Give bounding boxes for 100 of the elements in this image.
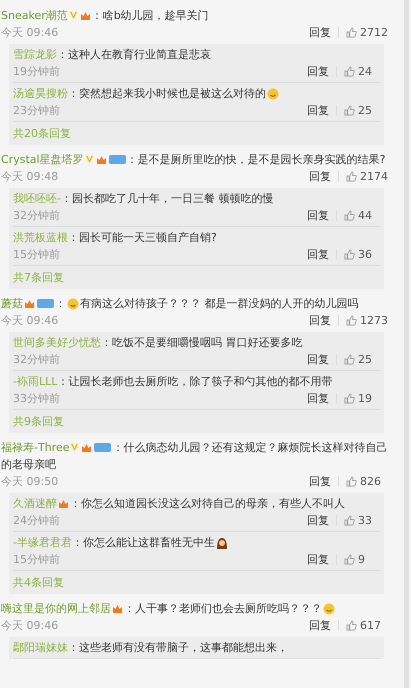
like-count: 19 [358,391,373,407]
reply-link[interactable]: 回复 [307,207,329,224]
thumbs-up-icon[interactable] [344,66,355,77]
user-name-link[interactable]: 世间多美好少忧愁 [13,336,101,349]
like-count: 1273 [360,313,389,329]
crown-icon [80,10,91,21]
reply-link[interactable]: 回复 [307,551,329,568]
reply-link[interactable]: 回复 [307,102,329,119]
thumbs-up-icon[interactable] [346,27,357,38]
reply-link[interactable]: 回复 [309,617,331,634]
comment-text: 久酒迷醉 ：你怎么知道园长没这么对待自己的母亲，有些人不叫人 [13,496,346,512]
more-replies-link[interactable]: 共20条回复 [13,122,380,145]
girl-icon [216,536,228,549]
reply-link[interactable]: 回复 [309,312,331,329]
smiley-icon [323,602,335,615]
user-name-link[interactable]: 鄢阳瑞妹妹 [13,641,68,654]
like-count: 33 [358,513,373,529]
thumbs-up-icon[interactable] [344,393,355,404]
user-name-link[interactable]: 久酒迷醉 [13,497,57,510]
reply-link[interactable]: 回复 [309,168,331,185]
timestamp: 15分钟前 [13,552,61,568]
timestamp: 15分钟前 [13,247,61,263]
crown-icon [24,298,35,309]
timestamp: 32分钟前 [13,208,61,224]
comment-text: 世间多美好少忧愁：吃饭不是要细嚼慢咽吗 胃口好还要多吃 [13,335,304,351]
timestamp: 19分钟前 [13,64,61,80]
like-count: 44 [358,208,373,224]
user-name-link[interactable]: 嗨这里是你的网上邻居 [1,602,111,615]
timestamp: 32分钟前 [13,352,61,368]
comment-text: -袮雨LLL：让园长老师也去厕所吃，除了筷子和勺其他的都不用带 [13,374,334,390]
smiley-icon [67,298,79,310]
comment-text: 蘑菇 ： 有病这么对待孩子？？？ 都是一群没妈的人开的幼儿园吗 [1,296,360,312]
timestamp: 今天 09:48 [1,169,60,185]
more-replies-link[interactable]: 共4条回复 [13,571,380,594]
user-name-link[interactable]: -半缘君君君 [13,536,72,549]
reply-link[interactable]: 回复 [307,63,329,80]
like-count: 24 [358,64,373,80]
member-tag-icon [108,155,126,164]
like-count: 25 [358,352,373,368]
user-name-link[interactable]: Crystal星盘塔罗 [1,153,84,166]
user-name-link[interactable]: 雪踪龙影 [13,48,57,61]
thumbs-up-icon[interactable] [344,249,355,260]
comment-text: Sneaker潮范 ：啥b幼儿园，趁早关门 [1,8,210,24]
user-name-link[interactable]: 蘑菇 [1,297,23,310]
timestamp: 33分钟前 [13,391,61,407]
user-name-link[interactable]: 我呸呸呸- [13,192,61,205]
crown-icon [96,154,107,165]
thumbs-up-icon[interactable] [344,105,355,116]
timestamp: 今天 09:46 [1,313,60,329]
thumbs-up-icon[interactable] [346,315,357,326]
like-count: 2712 [360,25,389,41]
user-name-link[interactable]: 福禄寿-Three [1,441,70,454]
user-name-link[interactable]: 洪荒板蓝根 [13,231,68,244]
like-count: 36 [358,247,373,263]
comment-text: 洪荒板蓝根：园长可能一天三顿自产自销? [13,230,218,246]
timestamp: 24分钟前 [13,513,61,529]
comment-text: -半缘君君君：你怎么能让这群畜牲无中生 [13,534,380,551]
reply-link[interactable]: 回复 [309,24,331,41]
thumbs-up-icon[interactable] [346,620,357,631]
comment-text: 鄢阳瑞妹妹：这些老师有没有带脑子，这事都能想出来， [13,640,289,656]
reply-link[interactable]: 回复 [307,351,329,368]
thumbs-up-icon[interactable] [346,476,357,487]
comment-text: 我呸呸呸-：园长都吃了几十年，一日三餐 顿顿吃的慢 [13,191,274,207]
comment-text: 汤逾昊搜粉：突然想起来我小时候也是被这么对待的 [13,85,380,102]
timestamp: 今天 09:46 [1,25,60,41]
like-count: 9 [358,552,366,568]
thumbs-up-icon[interactable] [344,554,355,565]
reply-link[interactable]: 回复 [309,473,331,490]
crown-icon [58,498,69,509]
verified-v-icon [68,11,78,20]
like-count: 826 [360,474,382,490]
timestamp: 今天 09:50 [1,474,60,490]
crown-icon [81,442,92,453]
comment-text: 雪踪龙影：这种人在教育行业简直是悲哀 [13,47,212,63]
like-count: 2174 [360,169,389,185]
reply-link[interactable]: 回复 [307,512,329,529]
timestamp: 今天 09:46 [1,618,60,634]
verified-v-icon [84,155,94,164]
timestamp: 23分钟前 [13,103,61,119]
verified-v-icon [70,443,80,452]
thumbs-up-icon[interactable] [344,515,355,526]
user-name-link[interactable]: 汤逾昊搜粉 [13,87,68,100]
more-replies-link[interactable]: 共9条回复 [13,410,380,433]
member-tag-icon [37,299,54,308]
member-tag-icon [94,443,112,452]
more-replies-link[interactable]: 共7条回复 [13,266,380,289]
like-count: 617 [360,618,382,634]
like-count: 25 [358,103,373,119]
user-name-link[interactable]: Sneaker潮范 [1,9,68,22]
thumbs-up-icon[interactable] [346,171,357,182]
thumbs-up-icon[interactable] [344,210,355,221]
smiley-icon [267,88,279,100]
thumbs-up-icon[interactable] [344,354,355,365]
user-name-link[interactable]: -袮雨LLL [13,375,58,388]
comment-text: 福禄寿-Three ：什么病态幼儿园？还有这规定？麻烦院长这样对待自己的老母亲吧 [1,440,388,473]
crown-icon [112,604,123,614]
comment-text: 嗨这里是你的网上邻居 ：人干事？老师们也会去厕所吃吗？？？ [1,600,390,617]
reply-link[interactable]: 回复 [307,246,329,263]
comment-text: Crystal星盘塔罗 ：是不是厕所里吃的快，是不是园长亲身实践的结果? [1,152,386,168]
reply-link[interactable]: 回复 [307,390,329,407]
